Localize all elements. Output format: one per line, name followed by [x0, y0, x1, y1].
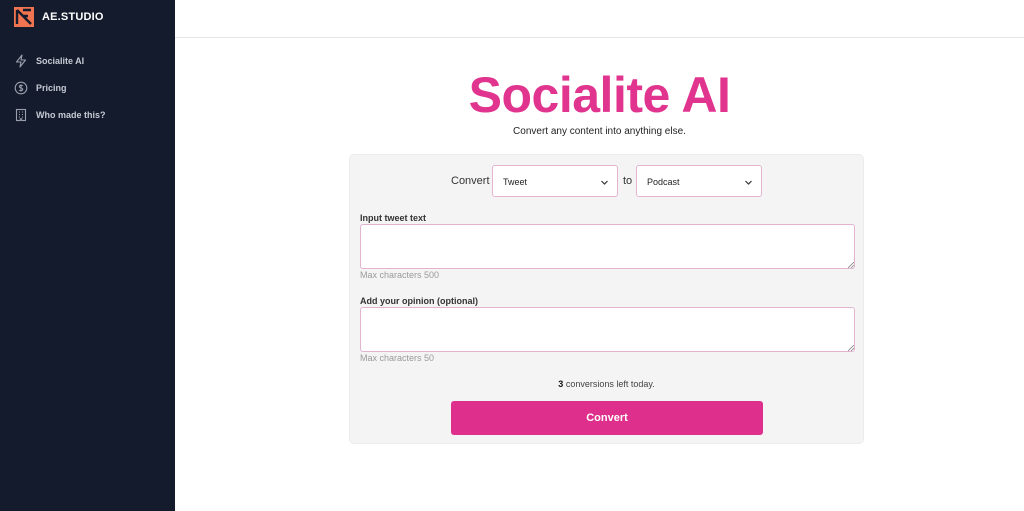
- opinion-label: Add your opinion (optional): [360, 296, 478, 306]
- ae-studio-logo-icon: [14, 7, 34, 27]
- from-format-select[interactable]: Tweet: [492, 165, 618, 197]
- converter-card: Convert Tweet to Podcast Input tweet tex…: [349, 154, 864, 444]
- dollar-circle-icon: [14, 81, 28, 95]
- brand[interactable]: AE.STUDIO: [14, 7, 104, 27]
- bolt-icon: [15, 54, 27, 68]
- sidebar-item-pricing[interactable]: Pricing: [14, 80, 106, 96]
- resize-handle-icon[interactable]: [848, 262, 854, 268]
- sidebar-item-who-made-this[interactable]: Who made this?: [14, 107, 106, 123]
- top-bar: [175, 0, 1024, 38]
- input-text-hint: Max characters 500: [360, 270, 440, 280]
- to-format-select[interactable]: Podcast: [636, 165, 762, 197]
- brand-name: AE.STUDIO: [42, 11, 104, 23]
- from-format-value: Tweet: [503, 177, 528, 187]
- sidebar-nav: Socialite AI Pricing Who made this?: [14, 53, 106, 134]
- input-text-label: Input tweet text: [360, 213, 427, 223]
- building-icon: [15, 108, 27, 122]
- opinion-text-area[interactable]: [360, 307, 855, 352]
- chevron-down-icon: [601, 180, 608, 185]
- sidebar: AE.STUDIO Socialite AI Pricing Who made …: [0, 0, 175, 511]
- page-subtitle: Convert any content into anything else.: [513, 126, 686, 137]
- conversions-left: 3 conversions left today.: [350, 379, 863, 389]
- conversions-left-text: conversions left today.: [563, 379, 655, 389]
- opinion-hint: Max characters 50: [360, 353, 435, 363]
- resize-handle-icon[interactable]: [848, 345, 854, 351]
- convert-label: Convert: [451, 175, 490, 187]
- sidebar-item-label: Pricing: [36, 83, 67, 93]
- sidebar-item-label: Who made this?: [36, 110, 106, 120]
- to-format-value: Podcast: [647, 177, 680, 187]
- to-label: to: [623, 175, 633, 187]
- input-text-area[interactable]: [360, 224, 855, 269]
- page-title: Socialite AI: [468, 67, 731, 123]
- sidebar-item-socialite-ai[interactable]: Socialite AI: [14, 53, 106, 69]
- convert-row: Convert Tweet to Podcast: [350, 165, 863, 197]
- convert-button[interactable]: Convert: [451, 401, 763, 435]
- sidebar-item-label: Socialite AI: [36, 56, 85, 66]
- chevron-down-icon: [745, 180, 752, 185]
